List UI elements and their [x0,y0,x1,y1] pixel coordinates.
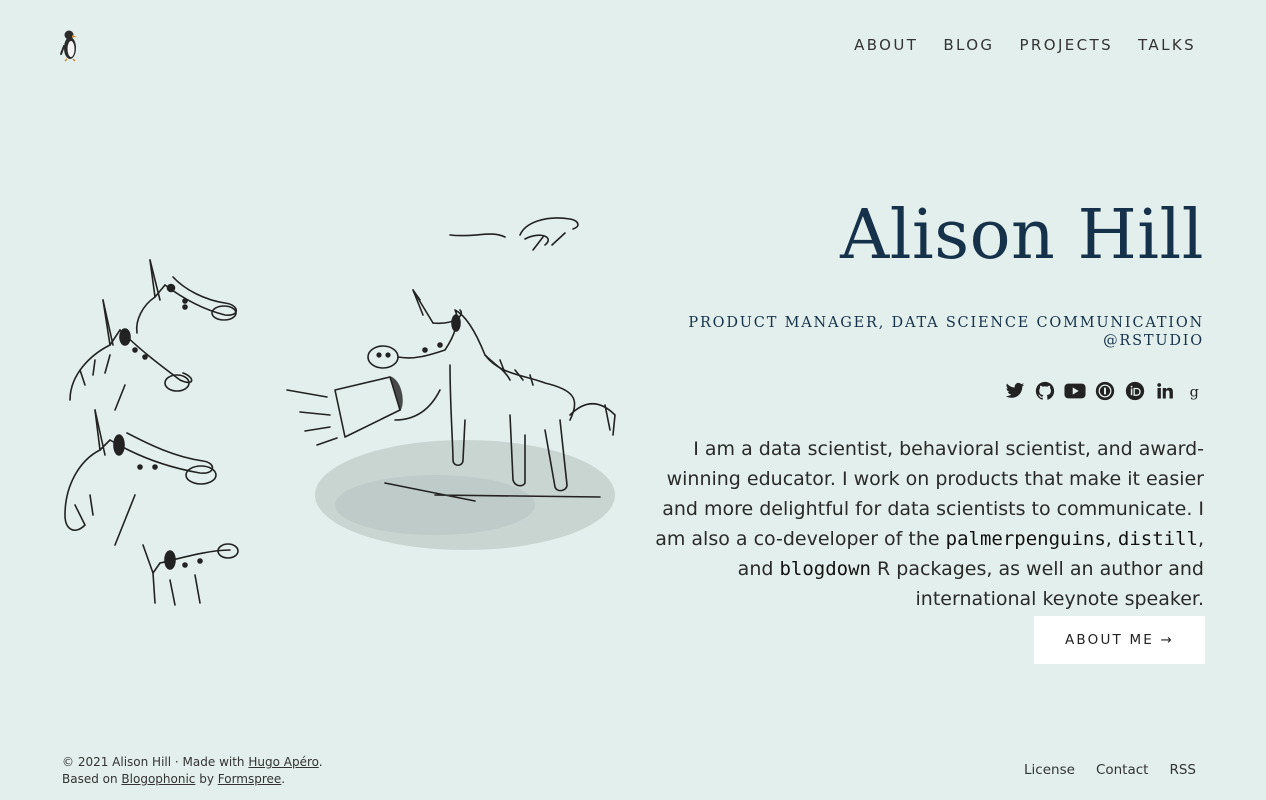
period: . [281,772,286,786]
footer-line-2: Based on Blogophonic by Formspree. [62,771,323,788]
license-link[interactable]: License [1024,762,1075,778]
unicorns-megaphone-illustration [55,205,625,610]
penguin-icon[interactable] [58,28,82,62]
bio-text: R packages, as well an author and intern… [870,558,1204,610]
bio-paragraph: I am a data scientist, behavioral scient… [639,434,1204,614]
palmerpenguins-package: palmerpenguins [945,528,1106,550]
based-on-text: Based on [62,772,122,786]
about-me-button[interactable]: ABOUT ME → [1034,616,1205,664]
contact-link[interactable]: Contact [1096,762,1149,778]
impactstory-icon[interactable] [1094,380,1116,402]
bio-separator: , [1105,528,1118,550]
made-with-text: Made with [182,755,249,769]
nav-about[interactable]: ABOUT [854,36,918,54]
blogdown-package: blogdown [779,558,871,580]
social-links: g [1004,380,1206,402]
rss-link[interactable]: RSS [1169,762,1196,778]
separator-dot: · [171,755,183,769]
nav-talks[interactable]: TALKS [1138,36,1196,54]
linkedin-icon[interactable] [1154,380,1176,402]
nav-blog[interactable]: BLOG [943,36,994,54]
svg-text:g: g [1190,384,1199,400]
by-text: by [195,772,218,786]
google-scholar-icon[interactable]: g [1184,380,1206,402]
page-title: Alison Hill [840,196,1204,275]
main-nav: ABOUT BLOG PROJECTS TALKS [854,36,1196,54]
distill-package: distill [1117,528,1198,550]
copyright-text: © 2021 Alison Hill [62,755,172,769]
github-icon[interactable] [1034,380,1056,402]
twitter-icon[interactable] [1004,380,1026,402]
footer-credits: © 2021 Alison Hill · Made with Hugo Apér… [62,754,323,788]
nav-projects[interactable]: PROJECTS [1019,36,1113,54]
page-subtitle: PRODUCT MANAGER, DATA SCIENCE COMMUNICAT… [688,315,1204,349]
blogophonic-link[interactable]: Blogophonic [121,772,195,786]
formspree-link[interactable]: Formspree [218,772,282,786]
orcid-icon[interactable] [1124,380,1146,402]
footer-links: License Contact RSS [1024,762,1196,778]
hugo-apero-link[interactable]: Hugo Apéro [248,755,318,769]
period: . [318,755,323,769]
footer-line-1: © 2021 Alison Hill · Made with Hugo Apér… [62,754,323,771]
youtube-icon[interactable] [1064,380,1086,402]
